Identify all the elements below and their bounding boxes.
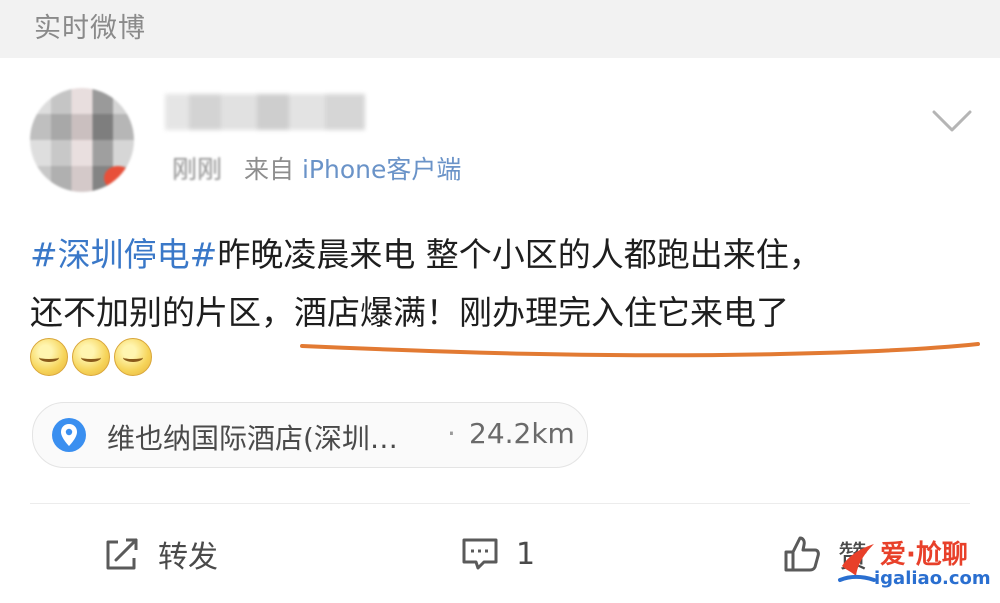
thumbs-up-icon [784,536,820,572]
chevron-down-icon[interactable] [930,106,974,136]
location-distance: 24.2km [469,417,575,450]
post-time: 刚刚 [172,155,223,184]
post-line-1-text: 昨晚凌晨来电 整个小区的人都跑出来住， [217,235,822,274]
watermark-brand: 爱·尬聊 [880,540,968,570]
site-watermark: 爱·尬聊 igaliao.com [830,528,1000,598]
avatar-badge [104,166,132,190]
comment-count: 1 [516,536,536,572]
hashtag-link[interactable]: #深圳停电# [30,235,217,274]
post-line-2: 还不加别的片区，酒店爆满！刚办理完入住它来电了 [30,293,789,332]
repost-button[interactable]: 转发 [102,514,218,594]
repost-icon [106,538,138,570]
emoji-row [30,338,152,376]
divider [30,503,970,504]
source-client: iPhone客户端 [301,155,462,184]
post-body: #深圳停电#昨晚凌晨来电 整个小区的人都跑出来住， 还不加别的片区，酒店爆满！刚… [30,226,980,342]
repost-label: 转发 [158,540,218,575]
thinking-emoji-icon [114,338,152,376]
weibo-post-card: 刚刚 来自 iPhone客户端 #深圳停电#昨晚凌晨来电 整个小区的人都跑出来住，… [0,58,1000,603]
location-separator: · [447,417,456,450]
avatar[interactable] [30,88,134,192]
username-blurred[interactable] [165,94,365,130]
hand-drawn-underline [300,342,980,358]
page-title: 实时微博 [34,13,146,44]
watermark-url: igaliao.com [874,568,991,589]
post-meta: 刚刚 来自 iPhone客户端 [172,150,461,186]
thinking-emoji-icon [72,338,110,376]
location-chip[interactable]: 维也纳国际酒店(深圳… · 24.2km [32,402,588,468]
thinking-emoji-icon [30,338,68,376]
comment-button[interactable]: 1 [460,514,535,594]
post-line-1: #深圳停电#昨晚凌晨来电 整个小区的人都跑出来住， [30,226,980,284]
location-name: 维也纳国际酒店(深圳… [107,422,398,455]
top-bar: 实时微博 [0,0,1000,56]
watermark-logo-icon [838,544,876,582]
comment-icon [462,538,498,570]
source-prefix: 来自 [244,155,295,184]
location-pin-icon [52,418,86,452]
